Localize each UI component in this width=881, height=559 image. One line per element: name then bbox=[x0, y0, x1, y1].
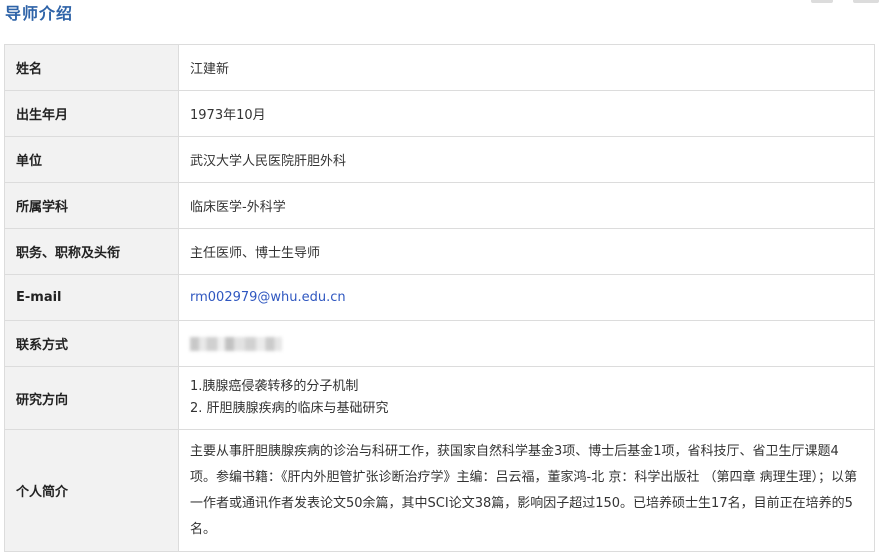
field-label: 姓名 bbox=[4, 44, 179, 91]
field-value-name: 江建新 bbox=[178, 44, 875, 91]
field-value-bio: 主要从事肝胆胰腺疾病的诊治与科研工作，获国家自然科学基金3项、博士后基金1项，省… bbox=[178, 429, 875, 552]
table-row-research: 研究方向 1.胰腺癌侵袭转移的分子机制 2. 肝胆胰腺疾病的临床与基础研究 bbox=[4, 366, 875, 430]
field-label: E-mail bbox=[4, 274, 179, 321]
field-label: 所属学科 bbox=[4, 182, 179, 229]
corner-tab-left bbox=[811, 0, 833, 3]
field-value-email-cell: rm002979@whu.edu.cn bbox=[178, 274, 875, 321]
table-row-bio: 个人简介 主要从事肝胆胰腺疾病的诊治与科研工作，获国家自然科学基金3项、博士后基… bbox=[4, 429, 875, 552]
field-label: 出生年月 bbox=[4, 90, 179, 137]
table-row-title: 职务、职称及头衔 主任医师、博士生导师 bbox=[4, 228, 875, 275]
table-row-contact: 联系方式 bbox=[4, 320, 875, 367]
advisor-info-table: 姓名 江建新 出生年月 1973年10月 单位 武汉大学人民医院肝胆外科 所属学… bbox=[4, 44, 875, 552]
corner-tab-right bbox=[853, 0, 879, 3]
field-label: 个人简介 bbox=[4, 429, 179, 552]
field-label: 单位 bbox=[4, 136, 179, 183]
field-value-discipline: 临床医学-外科学 bbox=[178, 182, 875, 229]
field-value-unit: 武汉大学人民医院肝胆外科 bbox=[178, 136, 875, 183]
email-link[interactable]: rm002979@whu.edu.cn bbox=[190, 290, 346, 305]
table-row-name: 姓名 江建新 bbox=[4, 44, 875, 91]
table-row-email: E-mail rm002979@whu.edu.cn bbox=[4, 274, 875, 321]
field-label: 研究方向 bbox=[4, 366, 179, 430]
field-value-birth: 1973年10月 bbox=[178, 90, 875, 137]
field-value-title: 主任医师、博士生导师 bbox=[178, 228, 875, 275]
field-label: 联系方式 bbox=[4, 320, 179, 367]
table-row-birth: 出生年月 1973年10月 bbox=[4, 90, 875, 137]
field-value-contact-cell bbox=[178, 320, 875, 367]
field-label: 职务、职称及头衔 bbox=[4, 228, 179, 275]
table-row-discipline: 所属学科 临床医学-外科学 bbox=[4, 182, 875, 229]
redacted-contact bbox=[190, 336, 282, 351]
research-item: 2. 肝胆胰腺疾病的临床与基础研究 bbox=[190, 401, 389, 416]
table-row-unit: 单位 武汉大学人民医院肝胆外科 bbox=[4, 136, 875, 183]
research-item: 1.胰腺癌侵袭转移的分子机制 bbox=[190, 379, 359, 394]
field-value-research: 1.胰腺癌侵袭转移的分子机制 2. 肝胆胰腺疾病的临床与基础研究 bbox=[178, 366, 875, 430]
page-title: 导师介绍 bbox=[5, 4, 74, 23]
